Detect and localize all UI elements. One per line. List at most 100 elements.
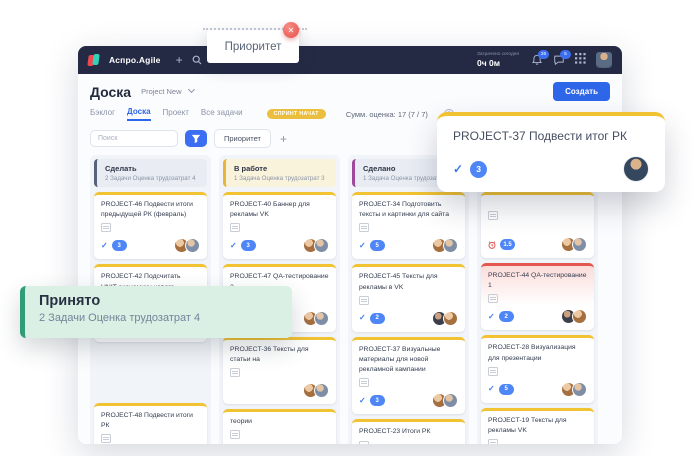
- create-button[interactable]: Создать: [553, 82, 610, 101]
- task-title: PROJECT-40 Баннер для рекламы VK: [230, 201, 310, 219]
- task-card[interactable]: PROJECT-19 Тексты для рекламы VK 5: [481, 407, 594, 444]
- task-card[interactable]: PROJECT-44 QA-тестирование 1 2: [481, 263, 594, 331]
- tab-проект[interactable]: Проект: [163, 108, 189, 120]
- messages-count-badge: 5: [560, 50, 571, 59]
- task-card[interactable]: PROJECT-34 Подготовить тексты и картинки…: [352, 192, 465, 260]
- task-card[interactable]: PROJECT-36 Тексты для статьи на: [223, 336, 336, 405]
- task-footer: 5: [488, 376, 587, 397]
- close-icon[interactable]: [283, 22, 299, 38]
- description-icon: [488, 439, 498, 444]
- description-icon: [359, 440, 369, 444]
- avatar-female: [443, 310, 458, 326]
- screenshot-canvas: Аспро.Agile + Сп Затрачено сегодня 0ч 0м…: [0, 0, 700, 456]
- task-card[interactable]: PROJECT-23 Итоги РК 5: [352, 419, 465, 444]
- task-footer: 3: [230, 439, 329, 444]
- subtask-count-badge: 2: [369, 312, 385, 324]
- time-value: 0ч 0м: [476, 57, 501, 68]
- app-logo-icon: [87, 54, 100, 66]
- task-card[interactable]: 1.5: [481, 192, 594, 258]
- assignee-avatars: [174, 238, 200, 254]
- project-selector[interactable]: Project New: [141, 85, 195, 96]
- alarm-icon: [488, 240, 496, 249]
- description-icon: [101, 434, 111, 444]
- check-icon: [488, 313, 495, 321]
- task-card[interactable]: PROJECT-46 Подвести итоги предыдущей РК …: [94, 192, 207, 260]
- priority-tooltip-label: Приоритет: [224, 40, 282, 53]
- add-icon[interactable]: +: [176, 54, 183, 66]
- task-title: PROJECT-36 Тексты для статьи на: [230, 345, 309, 363]
- tab-доска[interactable]: Доска: [127, 107, 151, 121]
- task-footer: 3: [230, 232, 329, 254]
- task-title: [488, 200, 587, 208]
- task-card[interactable]: PROJECT-45 Тексты для рекламы в VK 2: [352, 264, 465, 332]
- search-icon[interactable]: [192, 55, 202, 65]
- assignee-avatars: [561, 381, 587, 397]
- description-icon: [359, 223, 369, 233]
- task-card[interactable]: теории 3: [223, 409, 336, 444]
- tab-все-задачи[interactable]: Все задачи: [201, 108, 243, 120]
- avatar-male: [572, 381, 587, 397]
- assignee-avatars: [432, 238, 458, 254]
- check-icon: [359, 242, 366, 250]
- task-title: PROJECT-34 Подготовить тексты и картинки…: [359, 201, 449, 219]
- subtask-count-badge: 3: [240, 240, 256, 252]
- check-icon: [488, 385, 495, 393]
- chevron-down-icon: [187, 85, 195, 94]
- description-icon: [359, 295, 369, 305]
- add-filter-button[interactable]: [280, 133, 287, 145]
- task-card[interactable]: PROJECT-40 Баннер для рекламы VK 3: [223, 192, 336, 260]
- subtask-count-badge: 5: [369, 240, 385, 252]
- avatar-female: [572, 309, 587, 325]
- navbar-right: Затрачено сегодня 0ч 0м 26 5: [477, 50, 612, 69]
- assignee-avatars: [432, 393, 458, 409]
- board-column: 1.5 PROJECT-44 QA-тестирование 1 2 PROJE…: [477, 155, 598, 444]
- accepted-column-callout: Принято 2 Задачи Оценка трудозатрат 4: [20, 286, 292, 338]
- priority-filter-chip[interactable]: Приоритет: [214, 129, 271, 148]
- check-icon: [453, 162, 463, 176]
- description-icon: [230, 430, 240, 440]
- task-card[interactable]: PROJECT-28 Визуализация для презентации …: [481, 335, 594, 403]
- avatar-male: [443, 238, 458, 254]
- task-card[interactable]: [94, 347, 207, 398]
- assignee-avatars: [561, 309, 587, 325]
- assignee-avatars: [303, 383, 329, 399]
- description-icon: [488, 366, 498, 376]
- assignee-avatar: [623, 156, 649, 182]
- task-footer: 3: [101, 232, 200, 254]
- notifications-count-badge: 26: [538, 50, 549, 59]
- avatar-male: [314, 383, 329, 399]
- task-card[interactable]: PROJECT-37 Визуальные материалы для ново…: [352, 336, 465, 415]
- highlighted-task-card[interactable]: PROJECT-37 Подвести итог РК 3: [437, 112, 665, 192]
- check-icon: [359, 314, 366, 322]
- tab-бэклог[interactable]: Бэклог: [90, 108, 115, 120]
- user-avatar[interactable]: [596, 52, 612, 68]
- time-tracker[interactable]: Затрачено сегодня 0ч 0м: [477, 52, 519, 68]
- notifications-button[interactable]: 26: [531, 50, 549, 66]
- filter-button[interactable]: [185, 130, 207, 147]
- column-meta: 1 Задача Оценка трудозатрат 3: [234, 175, 325, 182]
- avatar-male: [185, 238, 200, 254]
- assignee-avatars: [303, 238, 329, 254]
- task-title: PROJECT-48 Подвести итоги РК: [101, 411, 193, 430]
- task-card[interactable]: PROJECT-48 Подвести итоги РК 3: [94, 402, 207, 444]
- board-column: Сделано 1 Задача Оценка трудозатрат PROJ…: [348, 155, 469, 444]
- funnel-icon: [191, 134, 201, 143]
- avatar-male: [314, 310, 329, 326]
- task-title: теории: [230, 418, 252, 426]
- description-icon: [230, 368, 240, 378]
- messages-button[interactable]: 5: [553, 50, 571, 66]
- task-footer: 2: [488, 303, 587, 325]
- column-meta: 2 Задачи Оценка трудозатрат 4: [105, 175, 196, 182]
- task-footer: 2: [359, 305, 458, 326]
- search-input[interactable]: [90, 130, 178, 147]
- apps-grid-button[interactable]: [575, 51, 586, 69]
- column-header[interactable]: В работе 1 Задача Оценка трудозатрат 3: [223, 159, 336, 187]
- highlighted-task-title: PROJECT-37 Подвести итог РК: [453, 129, 627, 143]
- avatar-male: [443, 393, 458, 409]
- task-footer: 1.5: [488, 231, 587, 252]
- description-icon: [488, 211, 498, 220]
- grid-icon: [575, 53, 586, 64]
- column-header[interactable]: Сделать 2 Задачи Оценка трудозатрат 4: [94, 159, 207, 187]
- task-title: PROJECT-45 Тексты для рекламы в VK: [359, 273, 438, 291]
- subtask-count-badge: 3: [470, 160, 488, 178]
